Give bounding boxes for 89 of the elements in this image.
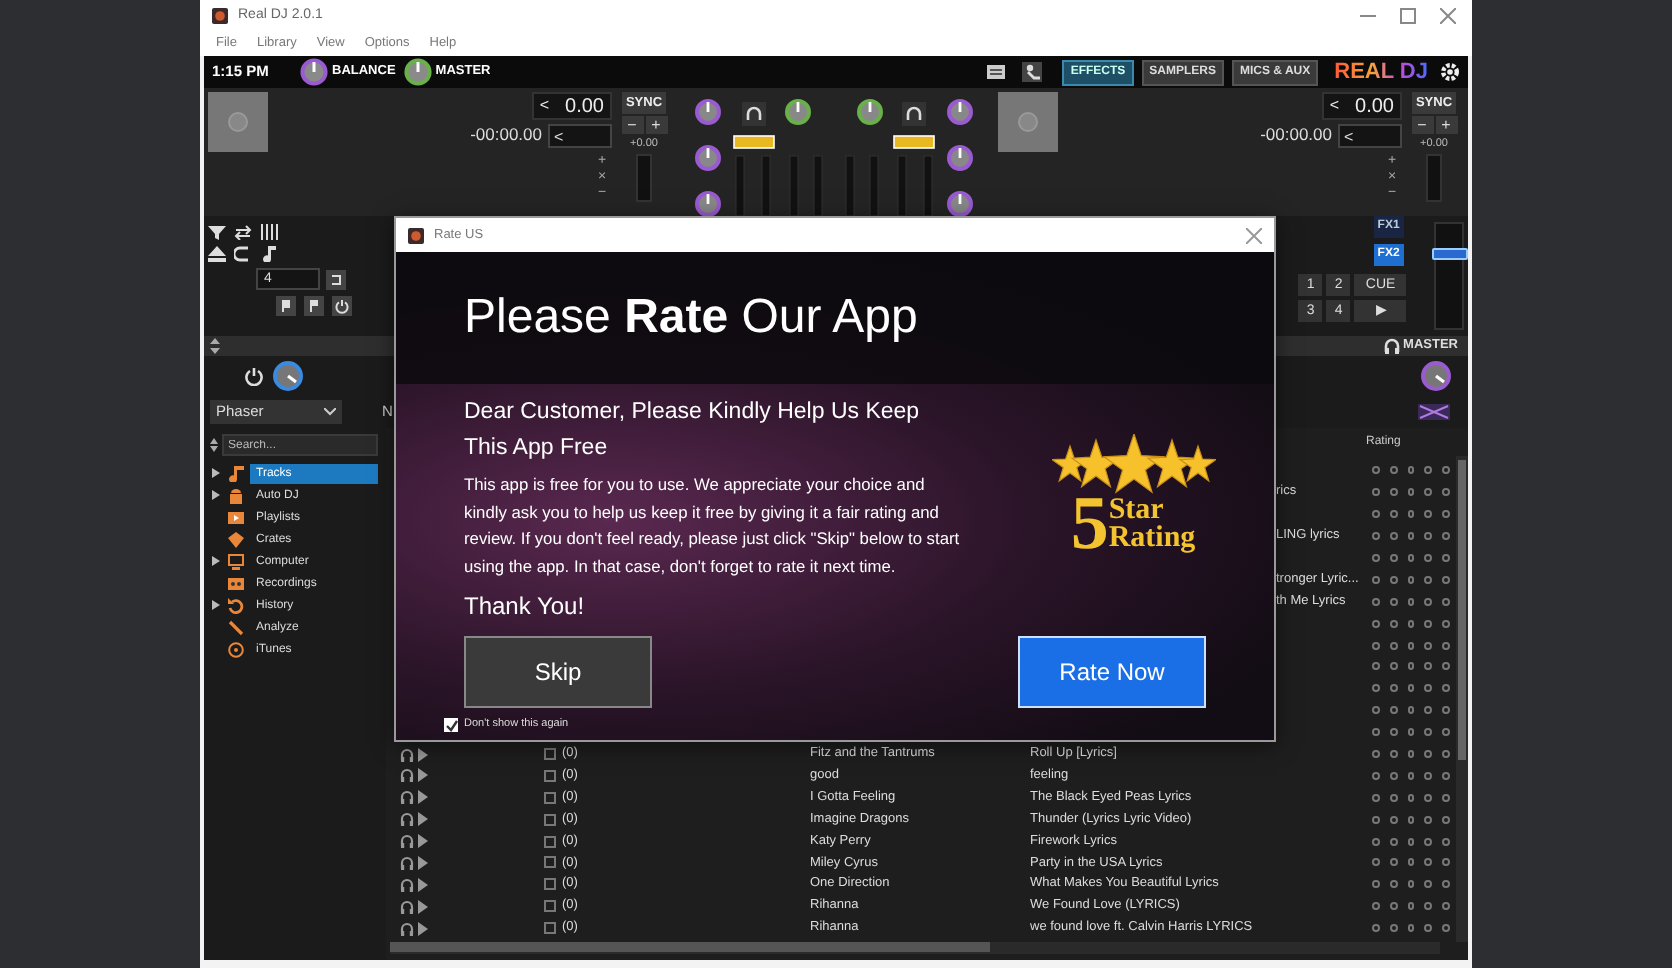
dialog-heading: Please Rate Our App (464, 294, 918, 342)
headphones-icon (1383, 338, 1400, 354)
knob-icon[interactable] (403, 58, 432, 86)
app-icon (212, 8, 228, 24)
headphones-icon[interactable] (400, 899, 414, 914)
maximize-icon[interactable] (1400, 8, 1416, 24)
box-icon (228, 531, 244, 547)
knob-icon[interactable] (272, 360, 304, 392)
time-field[interactable]: < (1338, 123, 1402, 147)
time-display: -00:00.00 (1260, 122, 1332, 148)
checkbox[interactable] (544, 813, 556, 826)
checkbox[interactable] (544, 835, 556, 848)
close-icon[interactable] (1246, 227, 1262, 243)
checkbox[interactable] (544, 769, 556, 782)
fader-thumb[interactable] (1431, 248, 1468, 260)
checkbox[interactable] (544, 922, 556, 935)
expand-arrow-icon[interactable] (212, 468, 220, 478)
figure-icon[interactable] (1022, 62, 1043, 82)
disc-icon (228, 112, 248, 132)
monitor-icon (228, 553, 244, 569)
power-icon[interactable] (244, 366, 264, 386)
plus-button[interactable]: + (645, 116, 667, 134)
badge-number: 5 (1070, 486, 1109, 562)
dialog-subheading: Dear Customer, Please Kindly Help Us Keep This App Free (464, 398, 922, 464)
headphones-icon[interactable] (400, 747, 414, 762)
scrollbar[interactable] (1456, 456, 1468, 942)
settings-icon[interactable] (1440, 62, 1460, 82)
sort-icon[interactable] (210, 338, 220, 354)
headphones-icon[interactable] (400, 921, 414, 936)
headphones-icon[interactable] (400, 834, 414, 849)
badge-text: Star (1108, 496, 1164, 524)
checkbox[interactable] (544, 900, 556, 913)
dialog-message: This app is free for you to use. We appreciate your choice and kindly ask you to help us keep it free by giving it a fair rating and review. If you don't feel ready, please just click "Skip" below to start using the app. In that case, don't forget to rate it next time. (464, 472, 962, 580)
crossfader-icon[interactable] (1418, 404, 1450, 420)
knob-icon[interactable] (300, 58, 328, 86)
minus-button[interactable]: − (621, 116, 643, 134)
arrow-button[interactable]: < (539, 94, 550, 118)
expand-arrow-icon[interactable] (212, 600, 220, 610)
sort-icon (210, 438, 218, 452)
thanks-text: Thank You! (464, 590, 587, 625)
keyboard-icon[interactable] (986, 64, 1007, 80)
minus-button[interactable]: − (1411, 116, 1433, 134)
loop-icon[interactable] (234, 246, 252, 262)
caret-icon (324, 408, 336, 416)
loop-button-icon[interactable] (326, 269, 346, 289)
checkbox[interactable] (444, 718, 458, 732)
checkbox[interactable] (544, 878, 556, 891)
knob-icon[interactable] (1420, 360, 1452, 392)
tape-icon (228, 575, 244, 591)
plus-button[interactable]: + (1435, 116, 1457, 134)
time-display: -00:00.00 (470, 122, 542, 148)
scrollbar[interactable] (390, 942, 1440, 954)
bars-icon[interactable] (260, 224, 278, 240)
history-icon (228, 597, 244, 613)
music-note-icon[interactable] (260, 246, 278, 262)
arrow-button[interactable]: < (1329, 94, 1340, 118)
checkbox[interactable] (544, 748, 556, 761)
headphones-icon[interactable] (400, 855, 414, 870)
pitch-slider-track[interactable] (636, 154, 652, 203)
pitch-value: 0.00 (565, 93, 604, 121)
robot-icon (228, 487, 244, 503)
badge-text: Rating (1108, 524, 1196, 552)
rate-now-button[interactable]: Rate Now (1018, 636, 1206, 709)
eject-icon[interactable] (208, 246, 226, 262)
headphones-icon[interactable] (400, 768, 414, 783)
expand-arrow-icon[interactable] (212, 490, 220, 500)
headphones-icon[interactable] (400, 812, 414, 827)
pitch-value: 0.00 (1355, 93, 1394, 121)
headphones-icon[interactable] (400, 877, 414, 892)
flag-icon[interactable] (304, 296, 324, 316)
headphones-icon[interactable] (400, 790, 414, 805)
flag-icon[interactable] (276, 296, 296, 316)
disc-icon (228, 641, 244, 657)
expand-arrow-icon[interactable] (212, 556, 220, 566)
disc-icon (1018, 112, 1038, 132)
close-icon[interactable] (1440, 8, 1456, 24)
power-icon[interactable] (332, 296, 352, 316)
wand-icon (228, 619, 244, 635)
check-icon (445, 719, 457, 731)
list-icon (228, 509, 244, 525)
pitch-slider-track[interactable] (1426, 154, 1442, 203)
time-field[interactable]: < (548, 123, 612, 147)
note-icon (228, 465, 244, 481)
repeat-icon[interactable] (234, 224, 252, 240)
app-icon (408, 227, 424, 243)
funnel-icon[interactable] (208, 224, 226, 240)
checkbox[interactable] (544, 791, 556, 804)
checkbox[interactable] (544, 856, 556, 869)
skip-button[interactable]: Skip (464, 636, 652, 709)
